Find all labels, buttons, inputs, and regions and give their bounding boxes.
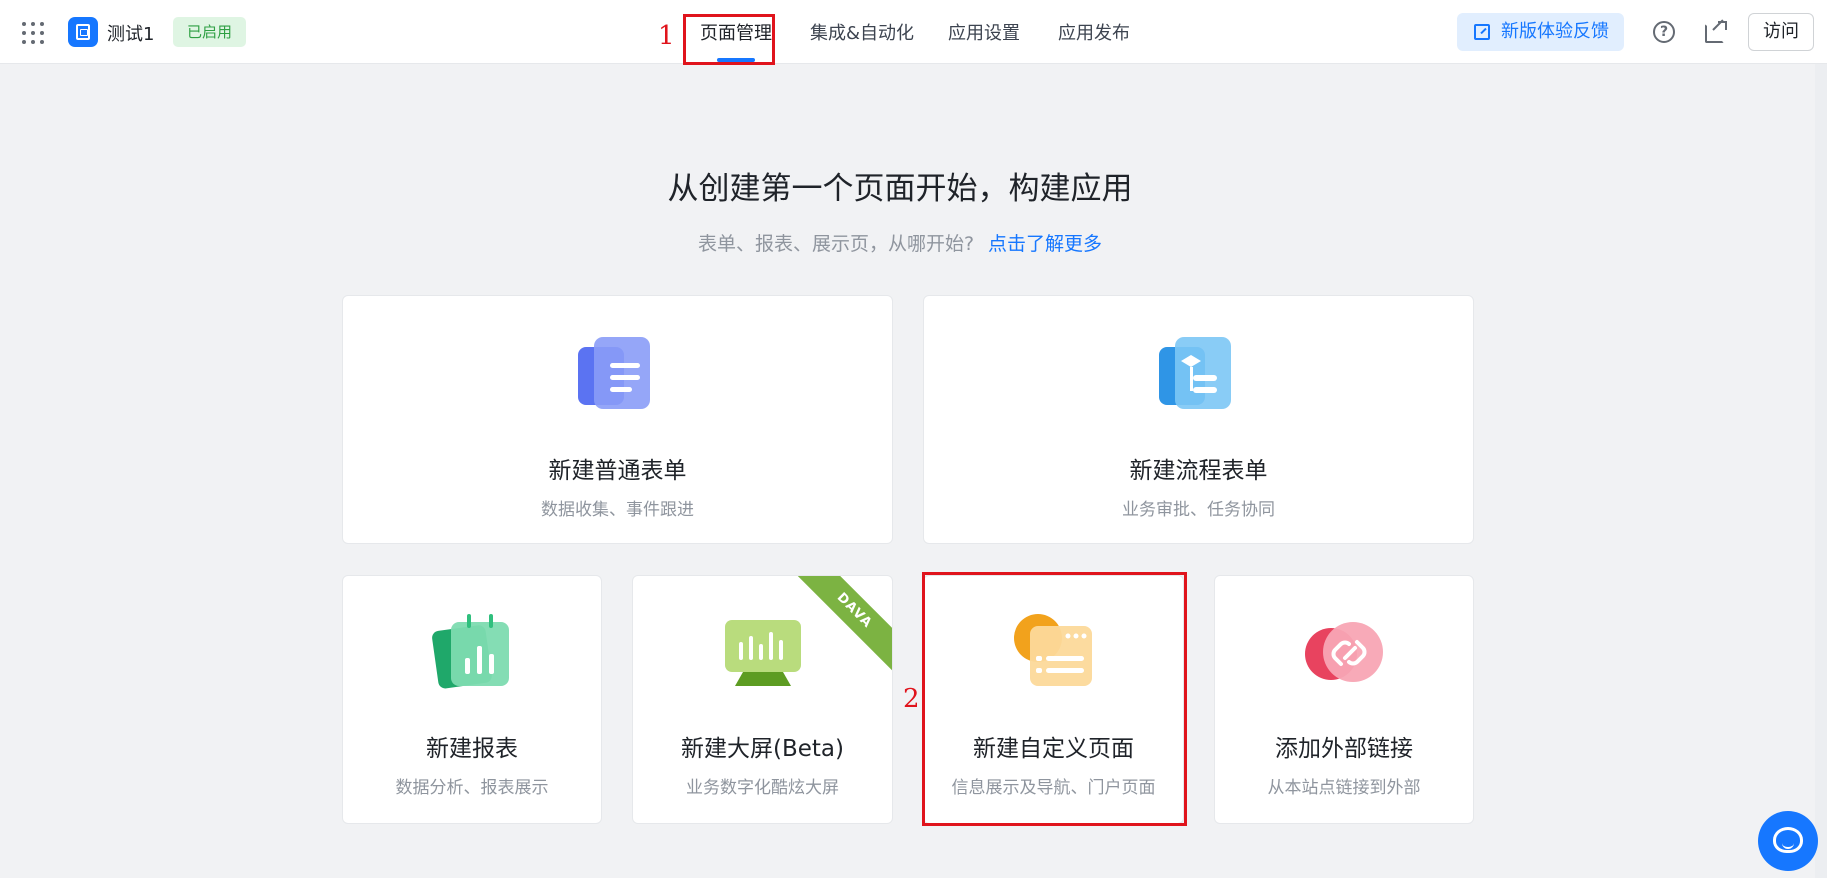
tab-page-management[interactable]: 页面管理 [700, 0, 772, 64]
app-grid-icon[interactable] [22, 22, 44, 44]
feedback-label: 新版体验反馈 [1501, 21, 1609, 42]
big-screen-icon [725, 620, 801, 686]
card-new-big-screen[interactable]: DAVA 新建大屏(Beta) 业务数字化酷炫大屏 [632, 575, 893, 824]
card-title: 新建流程表单 [1129, 458, 1268, 484]
customer-service-icon [1773, 827, 1803, 853]
tab-integration-automation[interactable]: 集成&自动化 [810, 0, 914, 64]
card-title: 添加外部链接 [1275, 736, 1413, 762]
card-title: 新建普通表单 [548, 458, 687, 484]
external-link-icon[interactable] [1705, 19, 1727, 43]
scrollbar-track[interactable] [1815, 64, 1827, 878]
page-subtitle: 表单、报表、展示页，从哪开始? 点击了解更多 [0, 229, 1800, 256]
dava-ribbon: DAVA [793, 576, 892, 672]
card-desc: 信息展示及导航、门户页面 [951, 778, 1156, 798]
tab-label: 应用发布 [1058, 23, 1130, 44]
tab-app-publish[interactable]: 应用发布 [1058, 0, 1130, 64]
app-logo-icon [68, 17, 98, 47]
card-desc: 业务数字化酷炫大屏 [686, 778, 839, 798]
tab-label: 页面管理 [700, 23, 772, 44]
card-new-flow-form[interactable]: 新建流程表单 业务审批、任务协同 [923, 295, 1474, 544]
card-title: 新建大屏(Beta) [681, 736, 844, 762]
help-icon[interactable]: ? [1653, 21, 1675, 43]
annotation-marker-1: 1 [658, 21, 675, 51]
top-bar: 测试1 已启用 页面管理 集成&自动化 应用设置 应用发布 新版体验反馈 ? 访… [0, 0, 1827, 64]
external-link-chain-icon [1305, 622, 1383, 682]
card-desc: 从本站点链接到外部 [1267, 778, 1421, 798]
form-document-icon [578, 337, 650, 409]
report-chart-icon [432, 614, 509, 689]
card-title: 新建报表 [426, 736, 518, 762]
card-new-custom-page[interactable]: 新建自定义页面 信息展示及导航、门户页面 [923, 575, 1184, 824]
tab-app-settings[interactable]: 应用设置 [948, 0, 1020, 64]
page-title: 从创建第一个页面开始，构建应用 [667, 171, 1133, 207]
annotation-marker-2: 2 [903, 684, 920, 714]
card-desc: 业务审批、任务协同 [1122, 500, 1275, 520]
card-new-form[interactable]: 新建普通表单 数据收集、事件跟进 [342, 295, 893, 544]
subtitle-text: 表单、报表、展示页，从哪开始? [697, 233, 975, 255]
learn-more-link[interactable]: 点击了解更多 [988, 233, 1102, 255]
card-title: 新建自定义页面 [973, 736, 1134, 762]
customer-service-button[interactable] [1758, 811, 1818, 871]
tab-label: 集成&自动化 [810, 23, 915, 44]
status-badge: 已启用 [173, 17, 247, 47]
card-desc: 数据收集、事件跟进 [541, 500, 694, 520]
card-add-external-link[interactable]: 添加外部链接 从本站点链接到外部 [1214, 575, 1474, 824]
visit-button[interactable]: 访问 [1748, 13, 1814, 51]
card-desc: 数据分析、报表展示 [395, 778, 549, 798]
custom-page-icon [1014, 614, 1092, 686]
feedback-button[interactable]: 新版体验反馈 [1457, 13, 1624, 51]
tab-label: 应用设置 [948, 23, 1020, 44]
active-tab-indicator [717, 58, 755, 62]
edit-feedback-icon [1474, 24, 1490, 40]
card-new-report[interactable]: 新建报表 数据分析、报表展示 [342, 575, 602, 824]
flow-form-icon [1159, 337, 1231, 409]
app-name[interactable]: 测试1 [107, 20, 154, 46]
